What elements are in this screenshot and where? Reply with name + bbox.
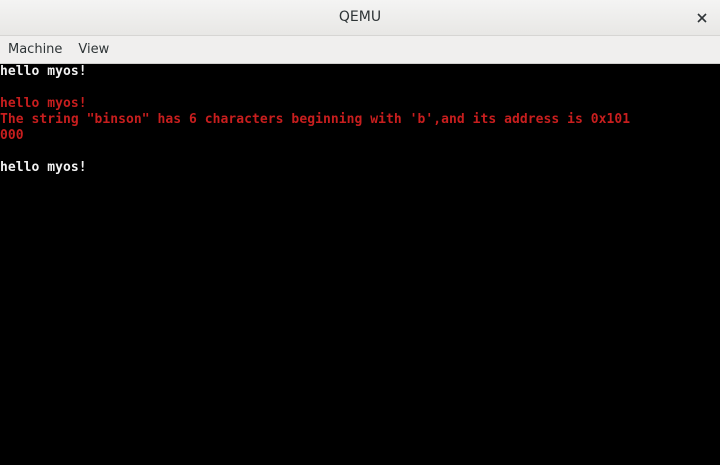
console-line: The string "binson" has 6 characters beg… — [0, 112, 631, 127]
console-line: 000 — [0, 128, 24, 143]
close-icon — [697, 13, 707, 23]
vga-console[interactable]: hello myos! hello myos! The string "bins… — [0, 64, 720, 465]
menu-bar: Machine View — [0, 36, 720, 64]
console-line: hello myos! — [0, 160, 87, 175]
console-line: hello myos! — [0, 96, 87, 111]
menu-machine[interactable]: Machine — [0, 36, 70, 63]
console-line: hello myos! — [0, 64, 87, 79]
menu-view[interactable]: View — [70, 36, 117, 63]
close-button[interactable] — [692, 8, 712, 28]
qemu-window: QEMU Machine View hello myos! hello myos… — [0, 0, 720, 465]
window-title: QEMU — [338, 9, 382, 25]
title-bar[interactable]: QEMU — [0, 0, 720, 36]
